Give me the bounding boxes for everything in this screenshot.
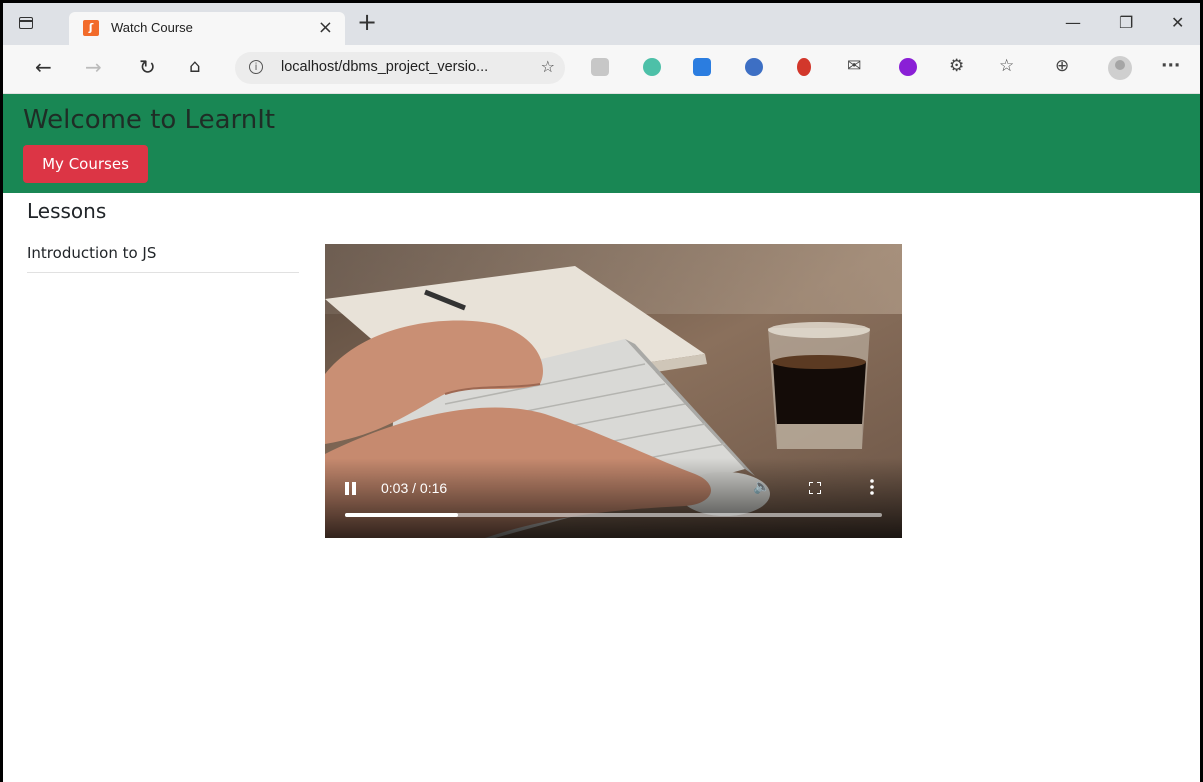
tab-title: Watch Course — [111, 20, 193, 35]
home-icon[interactable]: ⌂ — [189, 55, 200, 79]
my-courses-button[interactable]: My Courses — [23, 145, 148, 183]
profile-avatar[interactable] — [1108, 56, 1132, 80]
envelope-icon[interactable]: ✉ — [847, 56, 861, 76]
browser-window: ʃ Watch Course × + — ❐ ✕ ← → ↻ ⌂ i local… — [0, 0, 1203, 782]
lessons-heading: Lessons — [27, 199, 107, 223]
extension-puzzle-icon[interactable] — [591, 58, 609, 76]
lesson-item[interactable]: Introduction to JS — [27, 235, 299, 273]
video-more-options-icon[interactable] — [870, 479, 874, 495]
video-progress-fill — [345, 513, 458, 517]
site-info-icon[interactable]: i — [249, 60, 263, 74]
tab-close-icon[interactable]: × — [318, 17, 333, 38]
site-header: Welcome to LearnIt My Courses — [3, 94, 1200, 193]
site-title: Welcome to LearnIt — [23, 105, 276, 135]
lesson-list: Introduction to JS — [27, 235, 299, 273]
collections-icon[interactable]: ⊕ — [1055, 56, 1069, 76]
extension-mail-icon[interactable] — [693, 58, 711, 76]
favorite-star-icon[interactable]: ☆ — [541, 57, 555, 76]
favorites-icon[interactable]: ☆ — [999, 56, 1014, 76]
pause-icon[interactable] — [345, 482, 357, 496]
refresh-icon[interactable]: ↻ — [139, 55, 156, 79]
address-bar[interactable]: i localhost/dbms_project_versio... ☆ — [235, 52, 565, 84]
window-close-button[interactable]: ✕ — [1171, 13, 1184, 32]
tab-strip: ʃ Watch Course × + — ❐ ✕ — [3, 3, 1200, 45]
browser-tab[interactable]: ʃ Watch Course × — [69, 12, 345, 45]
volume-icon[interactable]: 🔈 — [753, 479, 770, 495]
extension-badge-icon[interactable] — [745, 58, 763, 76]
back-arrow-icon[interactable]: ← — [35, 55, 52, 79]
extension-purple-icon[interactable] — [899, 58, 917, 76]
extension-bug-icon[interactable] — [797, 58, 811, 76]
video-controls-overlay — [325, 458, 902, 538]
video-progress-bar[interactable] — [345, 513, 882, 517]
fullscreen-icon[interactable] — [809, 482, 821, 494]
xampp-favicon-icon: ʃ — [83, 20, 99, 36]
forward-arrow-icon[interactable]: → — [85, 55, 102, 79]
video-time-display: 0:03 / 0:16 — [381, 480, 448, 496]
window-restore-button[interactable]: ❐ — [1119, 13, 1133, 32]
video-player[interactable]: 0:03 / 0:16 🔈 — [325, 244, 902, 538]
extensions-icon[interactable]: ⚙ — [949, 56, 964, 76]
browser-toolbar: ← → ↻ ⌂ i localhost/dbms_project_versio.… — [3, 45, 1200, 94]
window-minimize-button[interactable]: — — [1065, 13, 1081, 32]
new-tab-button[interactable]: + — [357, 10, 377, 34]
url-text: localhost/dbms_project_versio... — [281, 59, 489, 75]
tab-actions-icon[interactable] — [19, 17, 33, 29]
more-menu-icon[interactable]: ··· — [1161, 56, 1180, 76]
extension-globe-icon[interactable] — [643, 58, 661, 76]
